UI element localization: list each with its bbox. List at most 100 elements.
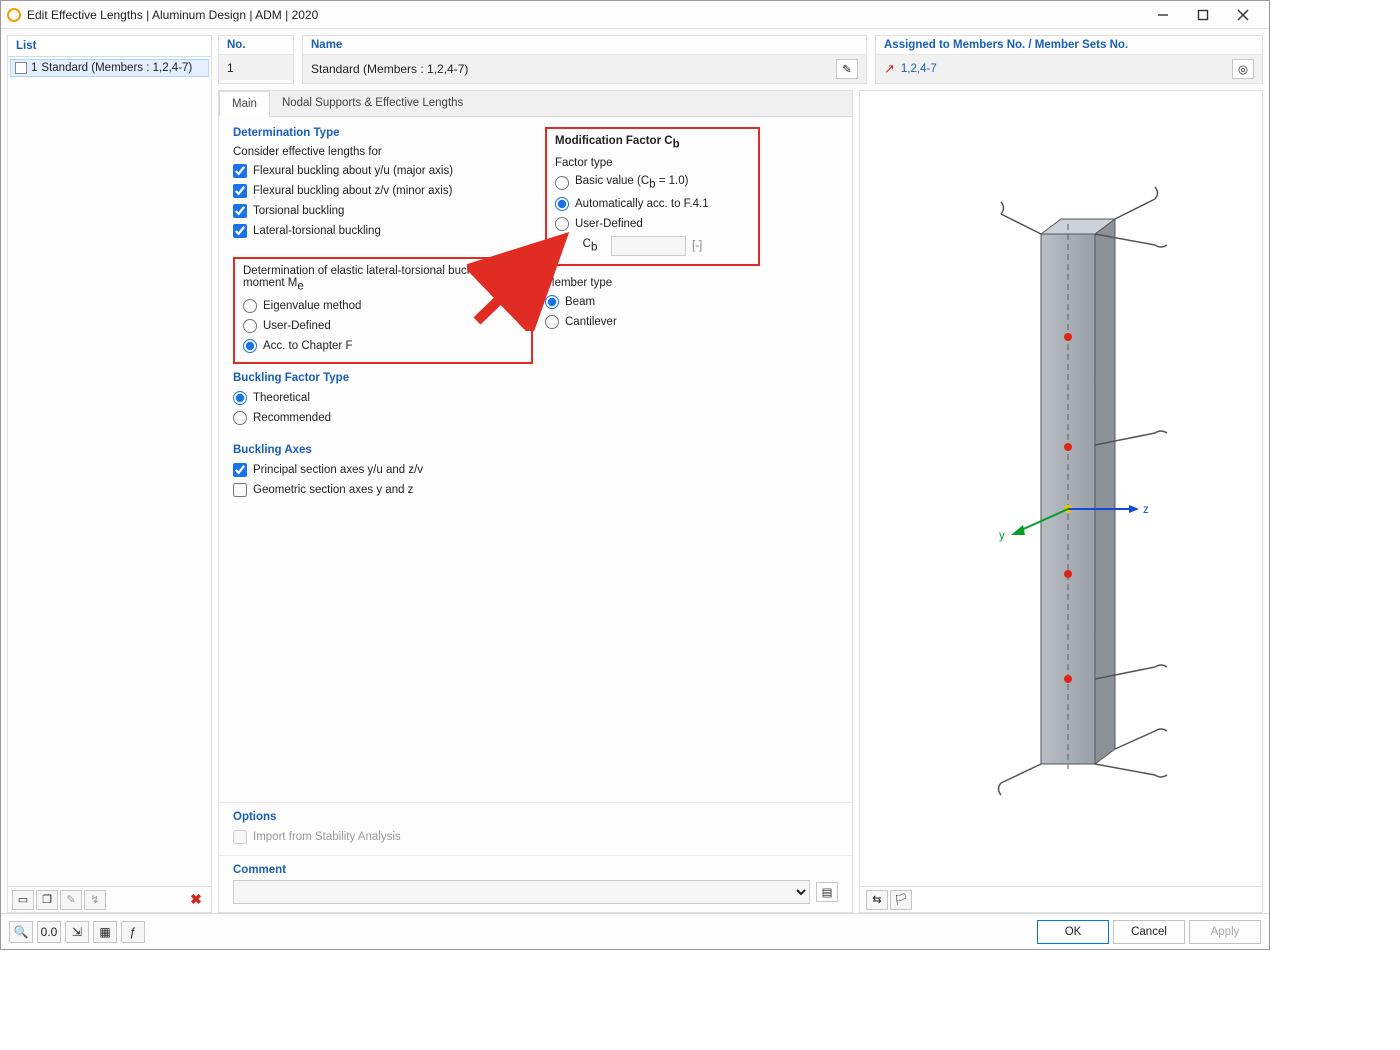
radio-cantilever[interactable]	[545, 315, 559, 329]
footer-ico-5[interactable]: ƒ	[121, 921, 145, 943]
lbl-me-userdef[interactable]: User-Defined	[263, 320, 331, 332]
list-item[interactable]: 1 Standard (Members : 1,2,4-7)	[10, 59, 209, 77]
maximize-button[interactable]	[1183, 2, 1223, 28]
lbl-chapter-f[interactable]: Acc. to Chapter F	[263, 340, 352, 352]
toolbar-btn-4[interactable]: ↯	[84, 890, 106, 910]
minimize-button[interactable]	[1143, 2, 1183, 28]
elastic-title-sub: e	[297, 280, 303, 292]
radio-recommended[interactable]	[233, 411, 247, 425]
chk-principal-axes[interactable]	[233, 463, 247, 477]
group-comment: Comment ▤	[219, 855, 852, 912]
modification-title-sub: b	[673, 138, 680, 150]
callout-modification-factor: Modification Factor Cb Factor type Basic…	[545, 127, 760, 266]
list-item-label: Standard (Members : 1,2,4-7)	[41, 62, 192, 74]
lbl-cb-userdef[interactable]: User-Defined	[575, 218, 643, 230]
determination-title: Determination Type	[233, 127, 533, 139]
apply-button[interactable]: Apply	[1189, 920, 1261, 944]
lbl-cantilever[interactable]: Cantilever	[565, 316, 617, 328]
chk-flex-yu[interactable]	[233, 164, 247, 178]
close-button[interactable]	[1223, 2, 1263, 28]
radio-eigenvalue[interactable]	[243, 299, 257, 313]
axis-y-label: y	[999, 530, 1005, 542]
lbl-recommended[interactable]: Recommended	[253, 412, 331, 424]
preview-panel: z y	[859, 90, 1263, 913]
config-panel: Main Nodal Supports & Effective Lengths …	[218, 90, 853, 913]
preview-3d[interactable]: z y	[860, 91, 1262, 886]
list-toolbar: ▭ ❐ ✎ ↯ ✖	[8, 886, 211, 912]
radio-auto-f41[interactable]	[555, 197, 569, 211]
member-type-title: Member type	[545, 274, 815, 292]
modification-title-text: Modification Factor C	[555, 135, 673, 147]
chk-lat-torsional[interactable]	[233, 224, 247, 238]
footer-ico-4[interactable]: ▦	[93, 921, 117, 943]
header-no-value: 1	[227, 61, 285, 75]
assigned-pick-icon[interactable]: ◎	[1232, 59, 1254, 79]
cb-input[interactable]	[611, 236, 686, 256]
titlebar: Edit Effective Lengths | Aluminum Design…	[1, 1, 1269, 29]
header-no-label: No.	[219, 36, 293, 54]
group-options: Options Import from Stability Analysis	[219, 802, 852, 855]
buckling-factor-title: Buckling Factor Type	[233, 372, 533, 384]
footer-ico-3[interactable]: ⇲	[65, 921, 89, 943]
window-title: Edit Effective Lengths | Aluminum Design…	[27, 8, 1143, 22]
lbl-basic-value[interactable]: Basic value (Cb = 1.0)	[575, 175, 688, 190]
radio-me-userdef[interactable]	[243, 319, 257, 333]
chk-torsional[interactable]	[233, 204, 247, 218]
tabs: Main Nodal Supports & Effective Lengths	[219, 91, 852, 117]
header-name: Name Standard (Members : 1,2,4-7) ✎	[302, 35, 867, 84]
options-title: Options	[233, 811, 838, 823]
lbl-principal-axes[interactable]: Principal section axes y/u and z/v	[253, 464, 423, 476]
tab-main[interactable]: Main	[219, 91, 270, 117]
radio-basic-value[interactable]	[555, 176, 569, 190]
lbl-basic-value-text: Basic value (C	[575, 175, 649, 187]
list-item-no: 1	[31, 62, 37, 74]
ok-button[interactable]: OK	[1037, 920, 1109, 944]
tab-nodal[interactable]: Nodal Supports & Effective Lengths	[270, 91, 475, 116]
toolbar-new-icon[interactable]: ▭	[12, 890, 34, 910]
header-name-value: Standard (Members : 1,2,4-7)	[311, 62, 832, 76]
window: Edit Effective Lengths | Aluminum Design…	[0, 0, 1270, 950]
lbl-lat-torsional[interactable]: Lateral-torsional buckling	[253, 225, 381, 237]
preview-toolbar: ⇆ 🏳	[860, 886, 1262, 912]
preview-btn-2[interactable]: 🏳	[890, 890, 912, 910]
lbl-geometric-axes[interactable]: Geometric section axes y and z	[253, 484, 413, 496]
list-body: 1 Standard (Members : 1,2,4-7)	[8, 57, 211, 886]
comment-input[interactable]	[233, 880, 810, 904]
toolbar-copy-icon[interactable]: ❐	[36, 890, 58, 910]
footer-ico-1[interactable]: 🔍	[9, 921, 33, 943]
radio-cb-userdef[interactable]	[555, 217, 569, 231]
lbl-import-stability: Import from Stability Analysis	[253, 831, 401, 843]
chk-flex-zv[interactable]	[233, 184, 247, 198]
lbl-eigenvalue[interactable]: Eigenvalue method	[263, 300, 361, 312]
toolbar-delete-icon[interactable]: ✖	[185, 890, 207, 910]
lbl-beam[interactable]: Beam	[565, 296, 595, 308]
comment-pick-icon[interactable]: ▤	[816, 882, 838, 902]
group-member-type: Member type Beam Cantilever	[545, 274, 815, 340]
toolbar-btn-3[interactable]: ✎	[60, 890, 82, 910]
header-assigned-label: Assigned to Members No. / Member Sets No…	[876, 36, 1262, 54]
header-name-label: Name	[303, 36, 866, 54]
lbl-auto-f41[interactable]: Automatically acc. to F.4.1	[575, 198, 709, 210]
cb-input-label: Cb	[575, 238, 605, 253]
radio-theoretical[interactable]	[233, 391, 247, 405]
radio-beam[interactable]	[545, 295, 559, 309]
header-assigned-value[interactable]: 1,2,4-7	[901, 63, 937, 75]
cancel-button[interactable]: Cancel	[1113, 920, 1185, 944]
lbl-flex-yu[interactable]: Flexural buckling about y/u (major axis)	[253, 165, 453, 177]
modification-title: Modification Factor Cb	[555, 135, 750, 150]
chk-geometric-axes[interactable]	[233, 483, 247, 497]
lbl-flex-zv[interactable]: Flexural buckling about z/v (minor axis)	[253, 185, 452, 197]
footer-ico-2[interactable]: 0.0	[37, 921, 61, 943]
chk-import-stability	[233, 830, 247, 844]
group-buckling-axes: Buckling Axes Principal section axes y/u…	[233, 444, 533, 508]
list-header: List	[8, 36, 211, 57]
lbl-torsional[interactable]: Torsional buckling	[253, 205, 344, 217]
consider-label: Consider effective lengths for	[233, 143, 533, 161]
header-assigned: Assigned to Members No. / Member Sets No…	[875, 35, 1263, 84]
elastic-title-text: Determination of elastic lateral-torsion…	[243, 265, 490, 289]
lbl-theoretical[interactable]: Theoretical	[253, 392, 310, 404]
preview-btn-1[interactable]: ⇆	[866, 890, 888, 910]
radio-chapter-f[interactable]	[243, 339, 257, 353]
elastic-title: Determination of elastic lateral-torsion…	[243, 265, 523, 292]
name-edit-icon[interactable]: ✎	[836, 59, 858, 79]
